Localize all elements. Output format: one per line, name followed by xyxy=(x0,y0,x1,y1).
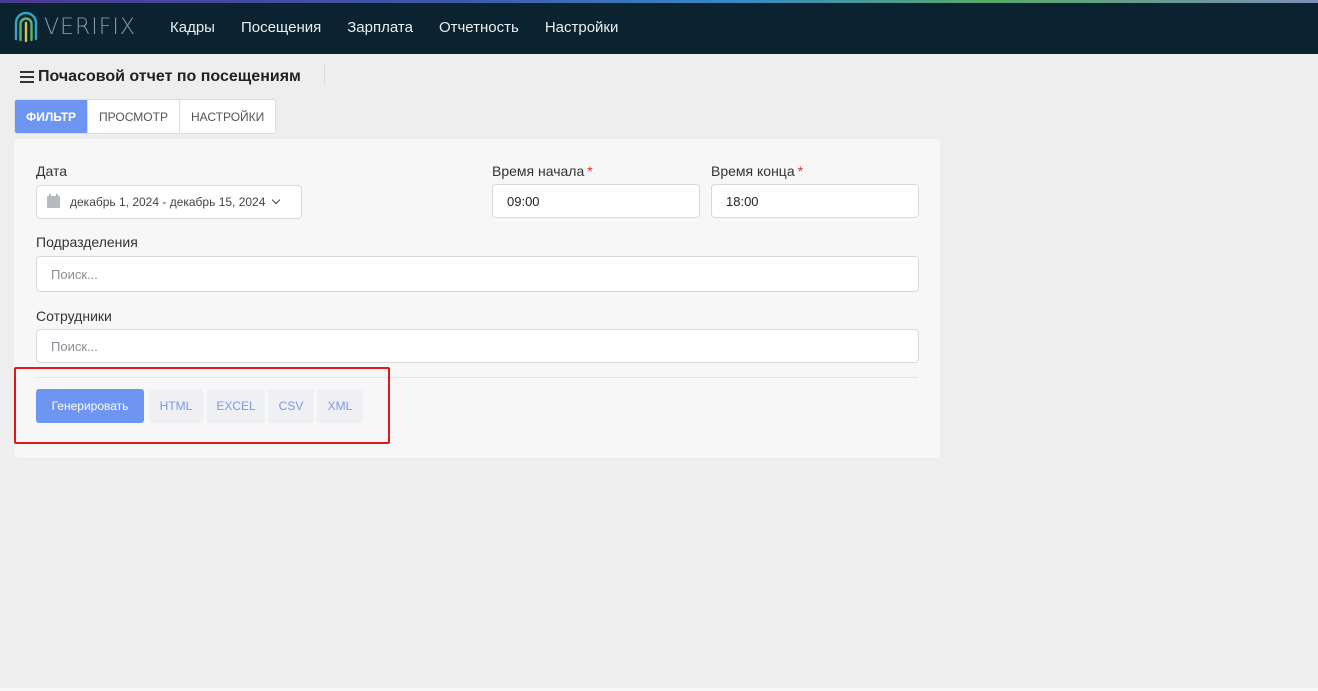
required-mark: * xyxy=(797,163,804,179)
end-time-input[interactable]: 18:00 xyxy=(711,184,919,218)
divisions-search-input[interactable]: Поиск... xyxy=(36,256,919,292)
divisions-placeholder: Поиск... xyxy=(51,266,98,282)
fingerprint-icon xyxy=(14,11,38,43)
export-html-button[interactable]: HTML xyxy=(149,389,203,423)
page-title-wrap: Почасовой отчет по посещениям xyxy=(20,68,301,86)
date-range-value: декабрь 1, 2024 - декабрь 15, 2024 xyxy=(70,195,266,209)
generate-button[interactable]: Генерировать xyxy=(36,389,144,423)
employees-label: Сотрудники xyxy=(36,308,112,324)
end-time-label-text: Время конца xyxy=(711,163,795,179)
actions-divider xyxy=(36,377,918,378)
employees-search-input[interactable]: Поиск... xyxy=(36,329,919,363)
date-range-picker[interactable]: декабрь 1, 2024 - декабрь 15, 2024 xyxy=(36,185,302,219)
title-separator xyxy=(324,64,325,86)
filter-card: Дата декабрь 1, 2024 - декабрь 15, 2024 … xyxy=(14,139,940,458)
report-tabs: Фильтр Просмотр Настройки xyxy=(14,99,277,134)
start-time-label: Время начала * xyxy=(492,163,593,179)
export-xml-button[interactable]: XML xyxy=(317,389,363,423)
tab-settings[interactable]: Настройки xyxy=(180,100,275,133)
calendar-icon xyxy=(47,194,60,208)
page-header: Почасовой отчет по посещениям xyxy=(0,54,1318,96)
page-title: Почасовой отчет по посещениям xyxy=(38,68,301,85)
nav-item-attendance[interactable]: Посещения xyxy=(228,19,334,36)
chevron-down-icon xyxy=(272,195,281,205)
nav-item-staff[interactable]: Кадры xyxy=(157,19,228,36)
tab-filter[interactable]: Фильтр xyxy=(15,100,89,133)
export-excel-button[interactable]: EXCEL xyxy=(207,389,265,423)
start-time-label-text: Время начала xyxy=(492,163,585,179)
tab-preview[interactable]: Просмотр xyxy=(88,100,180,133)
nav-item-payroll[interactable]: Зарплата xyxy=(334,19,426,36)
brand-logo[interactable]: VERIFIX xyxy=(12,8,136,46)
divisions-label: Подразделения xyxy=(36,234,138,250)
employees-placeholder: Поиск... xyxy=(51,338,98,354)
export-csv-button[interactable]: CSV xyxy=(268,389,314,423)
date-label: Дата xyxy=(36,163,68,179)
nav-item-settings[interactable]: Настройки xyxy=(532,19,632,36)
top-navbar: VERIFIX Кадры Посещения Зарплата Отчетно… xyxy=(0,0,1318,54)
start-time-input[interactable]: 09:00 xyxy=(492,184,700,218)
hamburger-menu-icon[interactable] xyxy=(20,71,34,83)
end-time-label: Время конца * xyxy=(711,163,803,179)
brand-name: VERIFIX xyxy=(44,14,136,40)
required-mark: * xyxy=(587,163,593,179)
nav-item-reports[interactable]: Отчетность xyxy=(426,19,532,36)
main-menu: Кадры Посещения Зарплата Отчетность Наст… xyxy=(157,0,631,54)
